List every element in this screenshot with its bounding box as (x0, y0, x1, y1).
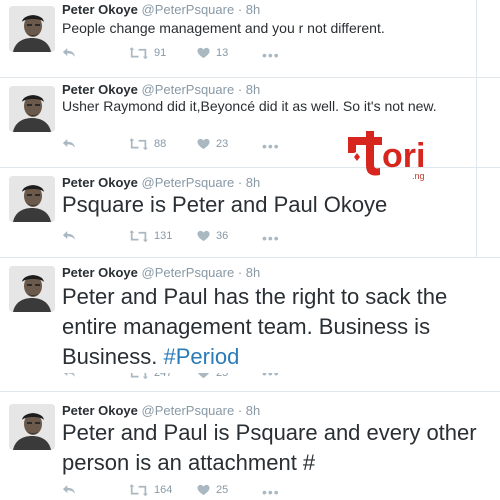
like-count: 25 (216, 484, 229, 496)
column-border (476, 0, 477, 258)
tweet-time[interactable]: 8h (246, 2, 260, 17)
retweet-button[interactable]: 247 (130, 373, 172, 379)
like-button[interactable]: 36 (197, 230, 228, 242)
author-name[interactable]: Peter Okoye (62, 82, 138, 97)
author-name[interactable]: Peter Okoye (62, 403, 138, 418)
reply-icon (62, 373, 76, 378)
tori-watermark-logo: ori .ng (346, 131, 446, 183)
reply-icon (62, 47, 76, 58)
like-button[interactable]: 25 (197, 373, 228, 379)
tweet-actions: 131 36 ••• (62, 230, 382, 250)
retweet-button[interactable]: 88 (130, 138, 166, 150)
tweet-time[interactable]: 8h (246, 82, 260, 97)
retweet-button[interactable]: 91 (130, 47, 166, 59)
tweet-time[interactable]: 8h (246, 265, 260, 280)
tweet-text: Psquare is Peter and Paul Okoye (62, 192, 388, 217)
tweet-card[interactable]: Peter Okoye @PeterPsquare · 8h Peter and… (0, 392, 500, 500)
avatar[interactable] (9, 6, 55, 52)
heart-icon (197, 373, 210, 379)
svg-text:ori: ori (382, 137, 425, 175)
retweet-icon (130, 230, 148, 242)
heart-icon (197, 47, 210, 59)
author-handle[interactable]: @PeterPsquare (142, 82, 235, 97)
reply-button[interactable] (62, 47, 76, 58)
tweet-text: Peter and Paul has the right to sack the… (62, 282, 487, 372)
retweet-count: 164 (154, 484, 173, 496)
tweet-time[interactable]: 8h (246, 403, 260, 418)
reply-button[interactable] (62, 138, 76, 149)
heart-icon (197, 138, 210, 150)
retweet-count: 91 (154, 47, 167, 59)
author-handle[interactable]: @PeterPsquare (142, 2, 235, 17)
tweet-header: Peter Okoye @PeterPsquare · 8h (62, 2, 260, 17)
more-button[interactable]: ••• (262, 484, 280, 500)
more-button[interactable]: ••• (262, 138, 280, 154)
retweet-icon (130, 373, 148, 379)
tweet-text-main: Peter and Paul has the right to sack the… (62, 284, 448, 369)
tweet-card[interactable]: Peter Okoye @PeterPsquare · 8h People ch… (0, 0, 500, 78)
author-handle[interactable]: @PeterPsquare (142, 175, 235, 190)
author-name[interactable]: Peter Okoye (62, 265, 138, 280)
separator-dot: · (237, 82, 243, 97)
retweet-count: 88 (154, 138, 167, 150)
tweet-actions: 91 13 ••• (62, 47, 382, 67)
tweet-text: Peter and Paul is Psquare and every othe… (62, 420, 477, 475)
like-button[interactable]: 13 (197, 47, 228, 59)
retweet-count: 131 (154, 230, 173, 242)
heart-icon (197, 230, 210, 242)
tweet-actions: 164 25 ••• (62, 484, 382, 500)
like-count: 25 (216, 373, 229, 379)
avatar[interactable] (9, 176, 55, 222)
tweet-header: Peter Okoye @PeterPsquare · 8h (62, 82, 260, 97)
reply-icon (62, 138, 76, 149)
avatar[interactable] (9, 86, 55, 132)
avatar[interactable] (9, 404, 55, 450)
author-name[interactable]: Peter Okoye (62, 2, 138, 17)
author-name[interactable]: Peter Okoye (62, 175, 138, 190)
tweet-actions-partial: 247 25 ••• (62, 373, 382, 380)
tweet-header: Peter Okoye @PeterPsquare · 8h (62, 175, 260, 190)
tweet-text: People change management and you r not d… (62, 20, 385, 36)
retweet-count: 247 (154, 373, 173, 379)
tweet-header: Peter Okoye @PeterPsquare · 8h (62, 265, 260, 280)
tweet-card[interactable]: Peter Okoye @PeterPsquare · 8h Peter and… (0, 258, 500, 388)
reply-button[interactable] (62, 484, 76, 495)
watermark-suffix: .ng (412, 171, 425, 181)
like-count: 13 (216, 47, 229, 59)
tweet-text: Usher Raymond did it,Beyoncé did it as w… (62, 98, 437, 114)
author-handle[interactable]: @PeterPsquare (142, 265, 235, 280)
reply-icon (62, 484, 76, 495)
avatar[interactable] (9, 266, 55, 312)
like-button[interactable]: 25 (197, 484, 228, 496)
more-button[interactable]: ••• (262, 373, 280, 380)
reply-icon (62, 230, 76, 241)
more-button[interactable]: ••• (262, 47, 280, 63)
like-button[interactable]: 23 (197, 138, 228, 150)
separator-dot: · (237, 2, 243, 17)
retweet-icon (130, 484, 148, 496)
like-count: 36 (216, 230, 229, 242)
retweet-button[interactable]: 164 (130, 484, 172, 496)
reply-button[interactable] (62, 230, 76, 241)
separator-dot: · (237, 403, 243, 418)
hashtag-link[interactable]: #Period (164, 344, 240, 369)
retweet-icon (130, 47, 148, 59)
like-count: 23 (216, 138, 229, 150)
retweet-button[interactable]: 131 (130, 230, 172, 242)
tweet-time[interactable]: 8h (246, 175, 260, 190)
separator-dot: · (237, 265, 243, 280)
more-button[interactable]: ••• (262, 230, 280, 246)
heart-icon (197, 484, 210, 496)
reply-button[interactable] (62, 373, 76, 378)
separator-dot: · (237, 175, 243, 190)
tweet-header: Peter Okoye @PeterPsquare · 8h (62, 403, 260, 418)
author-handle[interactable]: @PeterPsquare (142, 403, 235, 418)
tweet-actions: 88 23 ••• (62, 138, 382, 158)
retweet-icon (130, 138, 148, 150)
